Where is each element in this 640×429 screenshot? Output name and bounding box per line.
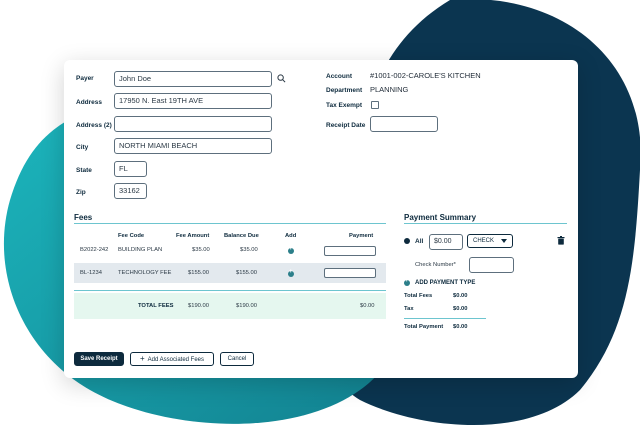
balance-due-header: Balance Due <box>224 233 259 239</box>
account-label: Account <box>326 73 352 80</box>
zip-input[interactable]: 33162 <box>114 183 147 199</box>
tax-exempt-label: Tax Exempt <box>326 102 363 109</box>
balance-due: $35.00 <box>240 247 258 253</box>
tax-label: Tax <box>404 306 414 312</box>
payment-summary-title: Payment Summary <box>404 213 477 222</box>
cancel-button[interactable]: Cancel <box>220 352 254 366</box>
department-label: Department <box>326 87 363 94</box>
total-payment-label: Total Payment <box>404 324 444 330</box>
fee-amount: $155.00 <box>188 270 209 276</box>
payment-input[interactable] <box>324 246 376 256</box>
total-payment-value: $0.00 <box>453 324 468 330</box>
total-balance-due: $190.00 <box>236 303 257 309</box>
chevron-down-icon <box>501 239 507 243</box>
state-input[interactable]: FL <box>114 161 147 177</box>
trash-icon[interactable] <box>557 236 565 245</box>
add-circle-icon[interactable] <box>288 246 294 254</box>
all-radio[interactable] <box>404 238 410 244</box>
add-associated-fees-button[interactable]: + Add Associated Fees <box>130 352 214 366</box>
totals-divider <box>74 290 386 291</box>
add-payment-type-link[interactable]: ADD PAYMENT TYPE <box>415 280 475 286</box>
add-associated-fees-label: Add Associated Fees <box>147 357 205 363</box>
search-icon[interactable] <box>277 74 286 83</box>
total-fees-row <box>74 293 386 319</box>
tax-exempt-checkbox[interactable] <box>371 101 379 109</box>
total-payment: $0.00 <box>360 303 375 309</box>
fee-id: BL-1234 <box>80 270 102 276</box>
address-label: Address <box>76 99 103 106</box>
zip-label: Zip <box>76 189 86 196</box>
state-label: State <box>76 167 92 174</box>
payment-method-select[interactable]: CHECK <box>467 234 513 248</box>
fee-code: TECHNOLOGY FEE <box>118 270 172 276</box>
payment-method-value: CHECK <box>473 238 495 244</box>
total-fees-summary-value: $0.00 <box>453 293 468 299</box>
receipt-card: Payer John Doe Address 17950 N. East 19T… <box>64 60 578 378</box>
payment-summary-divider <box>404 223 567 224</box>
add-circle-icon[interactable] <box>288 269 294 277</box>
fees-title: Fees <box>74 213 93 222</box>
payment-header: Payment <box>349 233 374 239</box>
summary-total-divider <box>404 318 486 319</box>
total-fees-summary-label: Total Fees <box>404 293 433 299</box>
all-amount-input[interactable]: $0.00 <box>429 234 463 250</box>
payer-input[interactable]: John Doe <box>114 71 272 87</box>
receipt-date-label: Receipt Date <box>326 122 366 129</box>
address2-label: Address (2) <box>76 122 112 129</box>
total-fees-label: TOTAL FEES <box>138 303 174 309</box>
address-input[interactable]: 17950 N. East 19TH AVE <box>114 93 272 109</box>
fee-id: B2022-242 <box>80 247 109 253</box>
receipt-date-input[interactable] <box>370 116 438 132</box>
all-label: All <box>415 238 424 245</box>
department-value: PLANNING <box>370 85 409 94</box>
fee-code: BUILDING PLAN <box>118 247 163 253</box>
fee-code-header: Fee Code <box>118 233 145 239</box>
account-value: #1001-002-CAROLE'S KITCHEN <box>370 71 481 80</box>
add-circle-icon[interactable] <box>404 278 410 286</box>
city-input[interactable]: NORTH MIAMI BEACH <box>114 138 272 154</box>
plus-icon: + <box>139 354 145 363</box>
fee-amount-header: Fee Amount <box>176 233 210 239</box>
fees-divider <box>74 223 386 224</box>
payment-input[interactable] <box>324 268 376 278</box>
save-receipt-button[interactable]: Save Receipt <box>74 352 124 366</box>
fee-amount: $35.00 <box>192 247 210 253</box>
address2-input[interactable] <box>114 116 272 132</box>
city-label: City <box>76 144 89 151</box>
balance-due: $155.00 <box>236 270 257 276</box>
total-fee-amount: $190.00 <box>188 303 209 309</box>
payer-label: Payer <box>76 75 94 82</box>
tax-value: $0.00 <box>453 306 468 312</box>
add-header: Add <box>285 233 297 239</box>
check-number-label: Check Number* <box>415 262 456 268</box>
check-number-input[interactable] <box>469 257 514 273</box>
